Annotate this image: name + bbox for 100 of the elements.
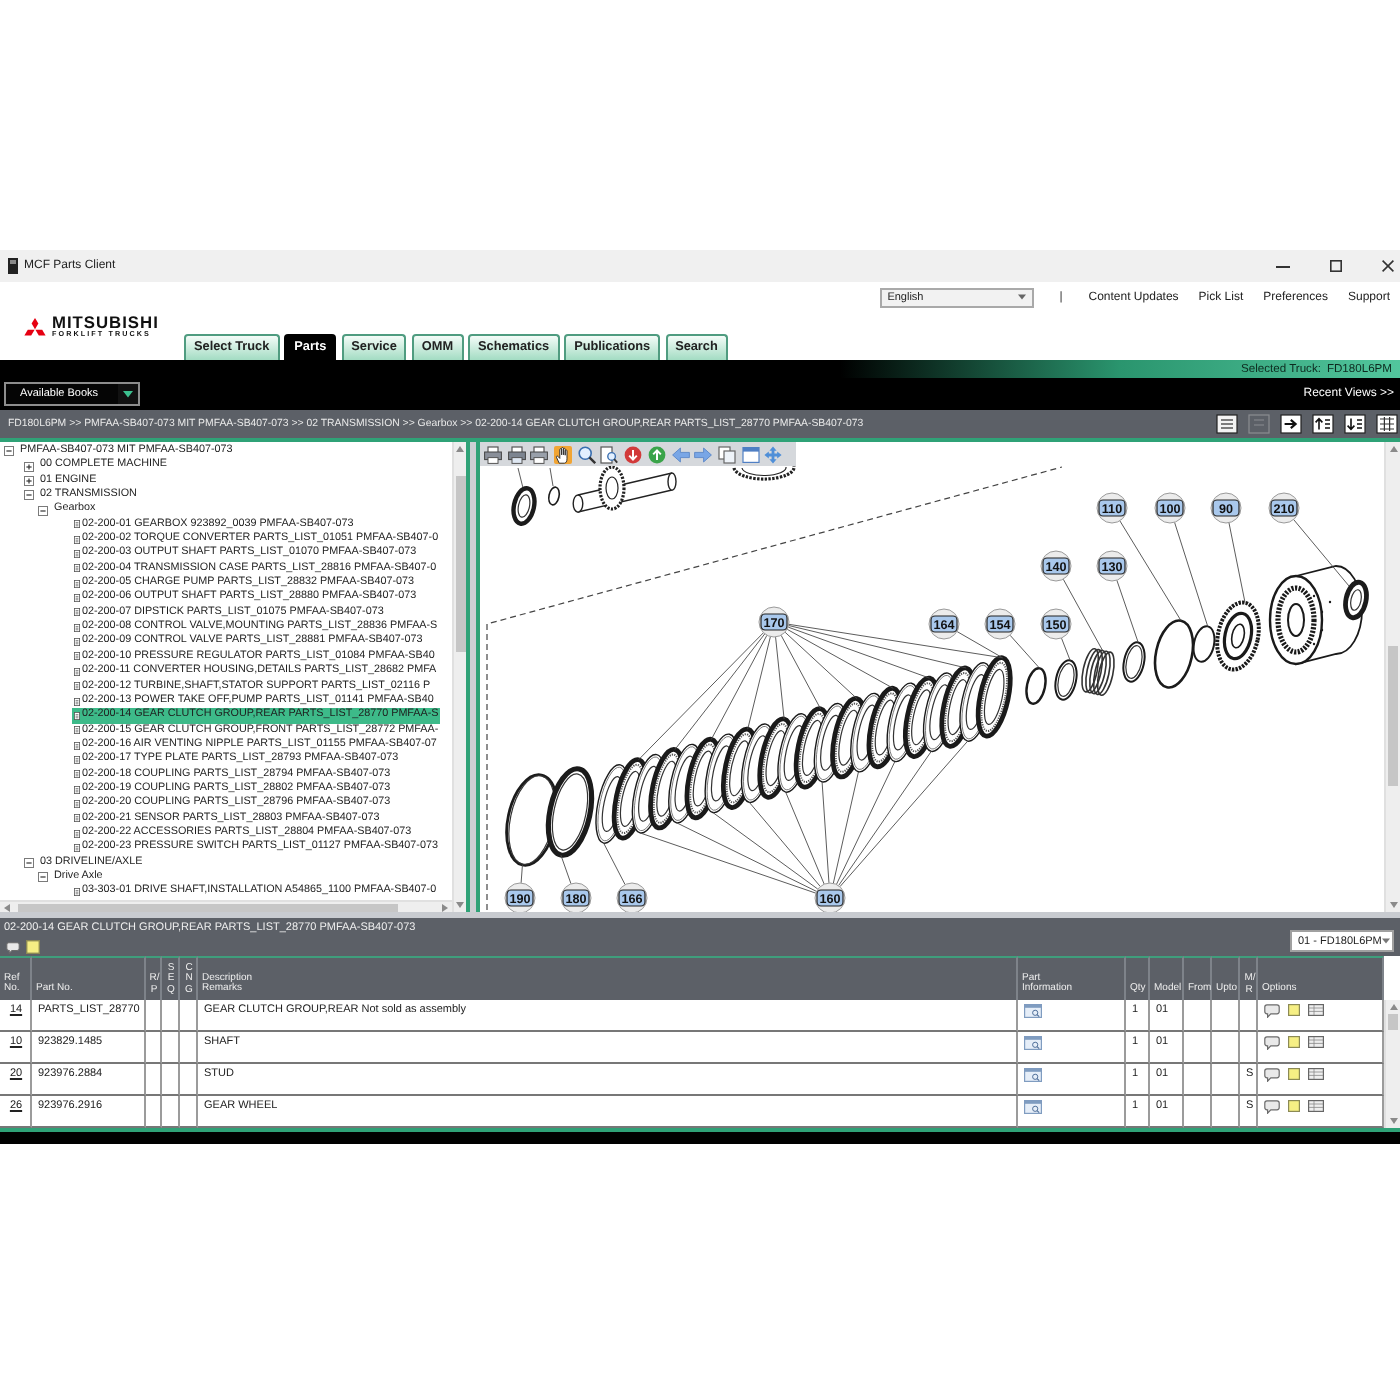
scroll-down-icon[interactable] [1389,1118,1397,1124]
collapse-icon[interactable] [24,857,34,868]
logo-icon [22,317,48,340]
page-icon [74,623,80,632]
collapse-icon[interactable] [24,490,34,501]
scrollbar-thumb[interactable] [1388,646,1398,786]
note-icon[interactable] [26,940,40,954]
scrollbar-thumb[interactable] [455,476,465,652]
scroll-right-icon[interactable] [442,903,448,911]
expand-icon[interactable] [24,475,34,486]
page-icon [74,608,80,617]
printer-icon[interactable] [484,445,502,463]
move-icon[interactable] [764,445,783,463]
page-icon [74,682,80,691]
arrow-up-circle-icon[interactable] [647,445,666,463]
page-icon [74,594,80,603]
comment-icon[interactable] [1264,1004,1280,1018]
app-icon [8,258,18,274]
magnifier-icon[interactable] [577,445,596,463]
scrollbar-thumb[interactable] [18,903,398,911]
collapse-icon[interactable] [4,446,14,457]
document-view-icon[interactable] [1024,1100,1042,1114]
page-icon [74,520,80,529]
table-icon[interactable] [1308,1036,1324,1048]
collapse-icon[interactable] [38,505,48,516]
grid-icon[interactable] [1376,414,1398,434]
leader-line [560,854,572,885]
snap-ring [1122,641,1146,683]
spring [1081,648,1115,696]
page-icon [74,741,80,750]
comment-icon[interactable] [6,941,20,953]
clutch-drum [1268,565,1363,666]
scrollbar-thumb[interactable] [1388,1014,1398,1030]
list-icon[interactable] [1216,414,1238,434]
caret-icon [1381,938,1390,944]
upload-icon[interactable] [1312,414,1334,434]
document-view-icon[interactable] [1024,1068,1042,1082]
clutch-plate [975,655,1013,739]
copy-icon[interactable] [717,445,736,463]
gear [732,465,796,481]
gear-shaft [572,465,677,513]
leader-line [517,467,524,489]
scroll-up-icon[interactable] [1389,446,1397,452]
page-icon [74,770,80,779]
hand-icon[interactable] [554,445,573,463]
snap-ring [1054,659,1078,701]
scroll-up-icon[interactable] [1389,1004,1397,1010]
page-icon [74,535,80,544]
arrow-down-circle-icon[interactable] [624,445,643,463]
leader-line [603,842,626,885]
table-icon[interactable] [1308,1068,1324,1080]
leader-line [1228,522,1246,604]
minimize-icon[interactable] [1276,265,1290,267]
seal-ring [1343,579,1369,621]
leader-line [520,864,523,884]
page-zoom-icon[interactable] [600,445,619,463]
page-icon [74,667,80,676]
leader-line [1293,519,1350,587]
close-icon[interactable] [1382,260,1394,272]
page-icon [74,652,80,661]
page-icon [74,550,80,559]
comment-icon[interactable] [1264,1036,1280,1050]
dropdown-caret-icon [118,384,138,404]
download-icon[interactable] [1344,414,1366,434]
window-icon[interactable] [741,445,760,463]
page-icon [74,638,80,647]
page-icon [74,887,80,896]
gear-hub [1215,600,1261,672]
leader-line [549,467,554,487]
o-ring [547,486,561,506]
expand-icon[interactable] [24,461,34,472]
collapse-icon[interactable] [38,872,48,883]
page-icon [74,785,80,794]
page-icon [74,843,80,852]
comment-icon[interactable] [1264,1068,1280,1082]
printer-icon[interactable] [507,445,526,463]
maximize-icon[interactable] [1330,260,1342,272]
document-view-icon[interactable] [1024,1004,1042,1018]
comment-icon[interactable] [1264,1100,1280,1114]
arrow-right-box-icon[interactable] [1280,414,1302,434]
scroll-down-icon[interactable] [1389,902,1397,908]
scroll-down-icon[interactable] [456,902,464,908]
scroll-left-icon[interactable] [4,903,10,911]
note-icon[interactable] [1288,1100,1300,1112]
arrow-left-icon[interactable] [671,445,689,463]
printer-icon[interactable] [530,445,549,463]
document-view-icon[interactable] [1024,1036,1042,1050]
note-icon[interactable] [1288,1068,1300,1080]
page-icon [74,564,80,573]
page-icon [74,755,80,764]
brand-name: MITSUBISHI [52,316,159,331]
o-ring [1025,667,1047,705]
arrow-right-icon[interactable] [694,445,713,463]
note-icon[interactable] [1288,1036,1300,1048]
scroll-up-icon[interactable] [456,446,464,452]
note-icon[interactable] [1288,1004,1300,1016]
page-icon [74,799,80,808]
table-icon[interactable] [1308,1004,1324,1016]
page-icon [74,814,80,823]
table-icon[interactable] [1308,1100,1324,1112]
